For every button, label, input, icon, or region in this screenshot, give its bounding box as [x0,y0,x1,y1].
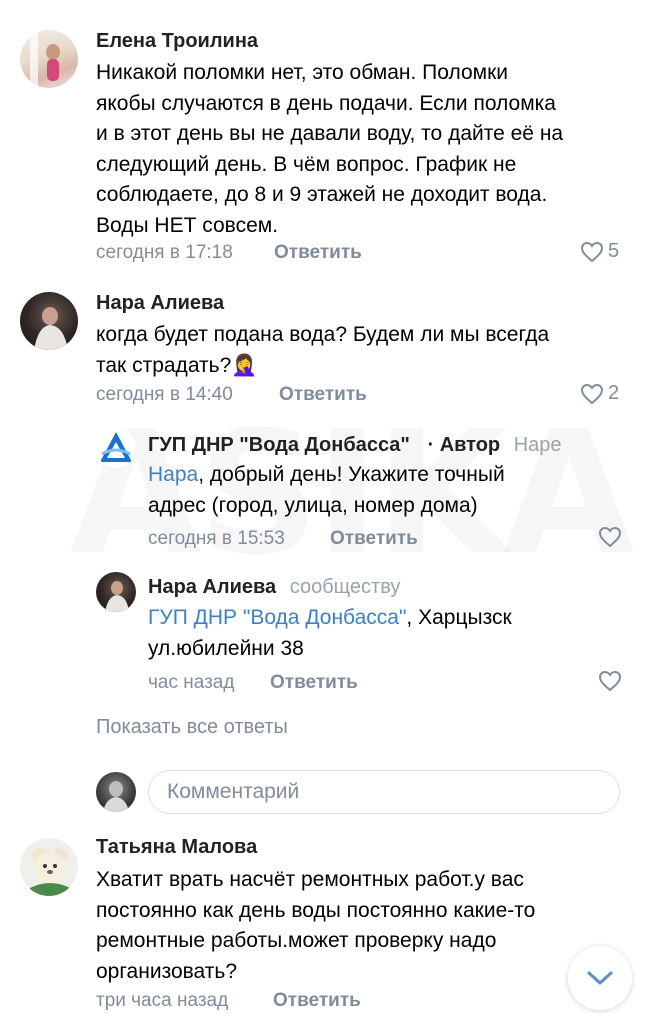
like-button[interactable]: 5 [580,240,619,263]
text-line: организовать? [96,959,238,983]
my-avatar [96,772,136,812]
reply-author-line: ГУП ДНР "Вода Донбасса" · Автор Наре [148,434,562,457]
reply-button[interactable]: Ответить [274,242,362,264]
reply-button[interactable]: Ответить [270,672,358,694]
avatar[interactable] [20,30,78,88]
reply-text: ГУП ДНР "Вода Донбасса", Харцызск ул.юби… [148,603,512,664]
heart-icon [580,241,604,262]
text-line: ремонтные работы.может проверку надо [96,929,497,952]
text-line: ГУП ДНР "Вода Донбасса", Харцызск [148,603,512,634]
text-line: ул.юбилейни 38 [148,636,304,660]
avatar-photo [30,848,70,896]
comment-time: сегодня в 17:18 [96,242,233,263]
reply-button[interactable]: Ответить [273,990,361,1012]
comment-text: Хватит врать насчёт ремонтных работ.у ва… [96,865,535,987]
mention-link[interactable]: Нара [148,463,198,486]
text-line-content: так страдать? [96,353,232,377]
text-line: соблюдаете, до 8 и 9 этажей не доходит в… [96,183,548,206]
like-button[interactable] [598,670,622,692]
avatar[interactable] [20,292,78,350]
avatar-photo [105,581,129,612]
avatar[interactable] [96,572,136,612]
comment-author[interactable]: Нара Алиева [96,292,224,315]
author-badge: · Автор [427,434,501,456]
reply-time: сегодня в 15:53 [148,528,285,549]
comment-input-placeholder: Комментарий [167,780,300,803]
text-line: Нара, добрый день! Укажите точный [148,460,505,491]
heart-icon [580,383,604,404]
heart-icon [598,670,622,692]
text-line: и в этот день вы не давали воду, то дайт… [96,122,564,145]
reply-time: час назад [148,672,235,693]
text-line: Никакой поломки нет, это обман. Поломки [96,61,508,84]
avatar[interactable] [96,428,136,468]
comment-author[interactable]: Татьяна Малова [96,836,257,859]
text-line: Воды НЕТ совсем. [96,213,279,237]
reply-button[interactable]: Ответить [330,528,418,550]
avatar-photo [103,781,129,812]
comment-time: сегодня в 14:40 [96,384,233,405]
facepalm-emoji-icon: 🤦‍♀️ [231,353,258,377]
avatar[interactable] [20,838,78,896]
reply-author[interactable]: ГУП ДНР "Вода Донбасса" [148,434,410,456]
comment-time: три часа назад [96,990,229,1011]
like-count: 2 [608,382,620,404]
text-line-content: , добрый день! Укажите точный [198,463,505,486]
mention-link[interactable]: ГУП ДНР "Вода Донбасса" [148,606,406,629]
comment-author[interactable]: Елена Троилина [96,30,258,53]
reply-button[interactable]: Ответить [279,384,367,406]
text-line-content: , Харцызск [406,606,512,629]
text-line: когда будет подана вода? Будем ли мы все… [96,323,550,346]
text-line: так страдать?🤦‍♀️ [96,351,549,382]
reply-target[interactable]: Наре [514,434,562,456]
text-line: постоянно как день воды постоянно какие-… [96,898,536,922]
avatar-photo [34,307,68,350]
reply-text: Нара, добрый день! Укажите точный адрес … [148,460,505,521]
comment-input[interactable]: Комментарий [148,770,620,814]
reply-author-line: Нара Алиева сообществу [148,576,400,599]
reply-target[interactable]: сообществу [290,576,401,598]
like-count: 5 [608,240,620,262]
like-button[interactable] [598,526,622,548]
comment-text: Никакой поломки нет, это обман. Поломки … [96,58,563,241]
like-button[interactable]: 2 [580,382,619,405]
text-line: адрес (город, улица, номер дома) [148,493,478,517]
show-all-replies-link[interactable]: Показать все ответы [96,716,288,739]
avatar-photo [30,30,60,88]
chevron-down-icon [587,971,613,985]
scroll-down-button[interactable] [568,946,632,1010]
reply-author[interactable]: Нара Алиева [148,576,276,598]
text-line: якобы случаются в день подачи. Если поло… [96,91,556,115]
heart-icon [598,526,622,548]
text-line: Хватит врать насчёт ремонтных работ.у ва… [96,868,524,891]
text-line: следующий день. В чём вопрос. График не [96,152,517,176]
comment-text: когда будет подана вода? Будем ли мы все… [96,320,549,381]
vk-logo-icon [100,432,132,462]
